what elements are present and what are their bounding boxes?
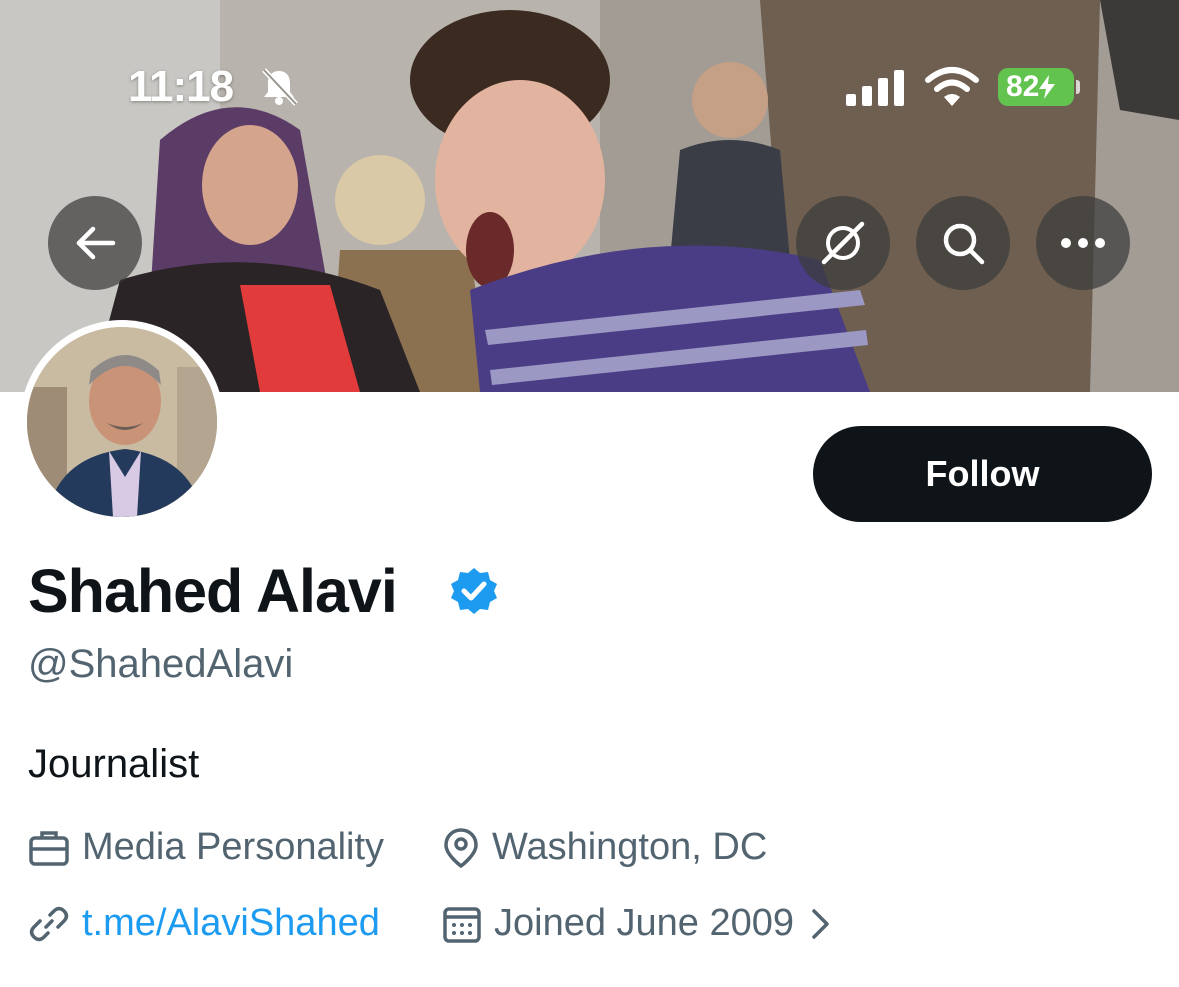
profession-item: Media Personality <box>28 826 384 869</box>
display-name: Shahed Alavi <box>28 557 398 625</box>
link-icon <box>29 906 69 941</box>
verified-badge-icon[interactable] <box>449 566 499 621</box>
more-options-button[interactable] <box>1036 196 1130 290</box>
chevron-right-icon <box>812 908 829 939</box>
location-label: Washington, DC <box>492 826 768 868</box>
grok-button[interactable] <box>796 196 890 290</box>
charging-bolt-icon <box>1039 75 1056 99</box>
location-pin-icon <box>444 827 478 868</box>
avatar[interactable] <box>20 320 224 524</box>
location-item: Washington, DC <box>442 826 767 869</box>
battery-nub <box>1076 80 1080 94</box>
grok-icon <box>821 221 865 265</box>
follow-button[interactable]: Follow <box>813 426 1152 522</box>
battery-indicator: 82 <box>998 68 1080 106</box>
search-icon <box>943 223 985 265</box>
banner-image <box>0 0 1179 392</box>
more-icon <box>1061 238 1105 248</box>
profile-banner[interactable] <box>0 0 1179 392</box>
bell-slash-icon <box>258 66 300 113</box>
status-time: 11:18 <box>128 62 234 111</box>
briefcase-icon <box>29 830 69 866</box>
website-link[interactable]: t.me/AlaviShahed <box>28 902 380 945</box>
bio-text: Journalist <box>28 742 200 786</box>
back-button[interactable] <box>48 196 142 290</box>
profession-label: Media Personality <box>82 826 385 868</box>
avatar-image <box>27 327 217 517</box>
joined-label: Joined June 2009 <box>494 902 795 944</box>
wifi-icon <box>924 66 980 113</box>
joined-date-item[interactable]: Joined June 2009 <box>442 902 844 945</box>
calendar-icon <box>443 906 481 943</box>
back-arrow-icon <box>76 226 116 260</box>
user-handle: @ShahedAlavi <box>28 642 294 686</box>
battery-level: 82 <box>1006 70 1040 103</box>
cellular-signal-icon <box>846 70 906 111</box>
website-label[interactable]: t.me/AlaviShahed <box>82 902 380 945</box>
search-button[interactable] <box>916 196 1010 290</box>
